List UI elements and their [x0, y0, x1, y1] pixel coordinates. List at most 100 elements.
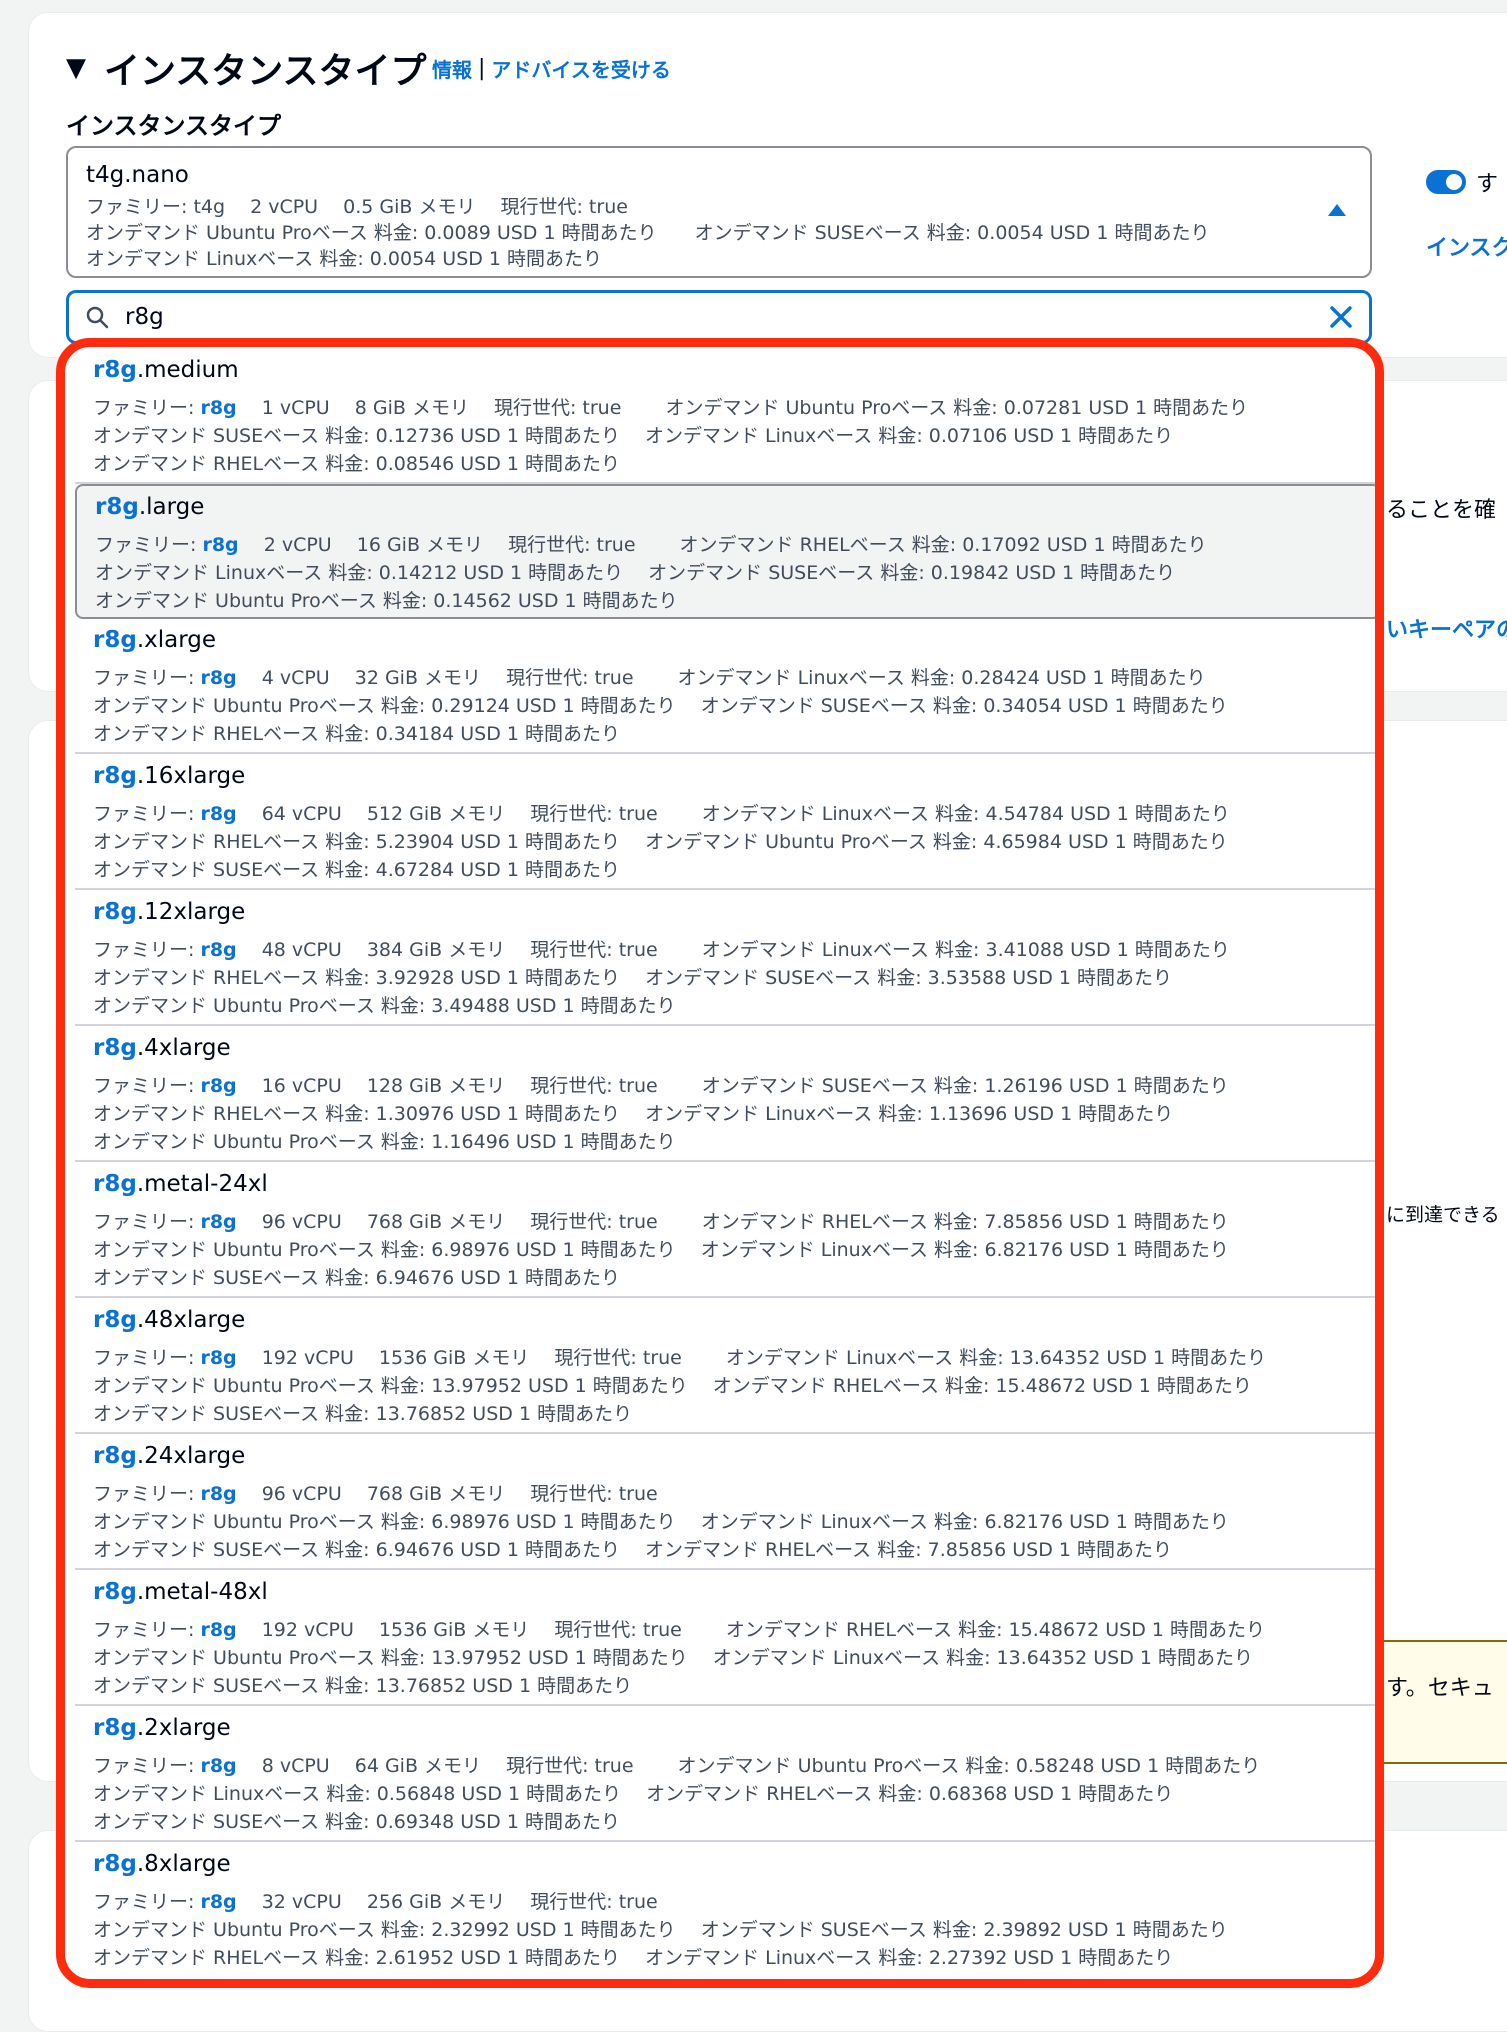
- option-price-2: オンデマンド SUSEベース 料金: 4.67284 USD 1 時間あたり: [93, 859, 620, 881]
- family-label: ファミリー:: [93, 1483, 201, 1505]
- option-name: r8g.metal-48xl: [93, 1579, 268, 1605]
- family-label: ファミリー:: [93, 1211, 201, 1233]
- option-name-suffix: .metal-24xl: [136, 1171, 268, 1197]
- option-name-suffix: .12xlarge: [136, 899, 246, 925]
- option-specs-rest: 192 vCPU 1536 GiB メモリ 現行世代: true オンデマンド …: [236, 1347, 1267, 1369]
- option-name-prefix: r8g: [93, 1307, 137, 1333]
- side-link[interactable]: インスク: [1426, 230, 1507, 262]
- option-r8g-4xlarge[interactable]: r8g.4xlarge ファミリー: r8g 16 vCPU 128 GiB メ…: [75, 1027, 1375, 1162]
- option-price-2: オンデマンド Ubuntu Proベース 料金: 0.14562 USD 1 時…: [95, 590, 678, 612]
- option-specs: ファミリー: r8g 192 vCPU 1536 GiB メモリ 現行世代: t…: [93, 1615, 1265, 1642]
- clear-icon[interactable]: [1327, 303, 1355, 331]
- option-price-2: オンデマンド Ubuntu Proベース 料金: 3.49488 USD 1 時…: [93, 995, 676, 1017]
- option-specs-rest: 64 vCPU 512 GiB メモリ 現行世代: true オンデマンド Li…: [236, 803, 1230, 825]
- option-price-1: オンデマンド Ubuntu Proベース 料金: 13.97952 USD 1 …: [93, 1647, 1254, 1669]
- option-price-1: オンデマンド Ubuntu Proベース 料金: 6.98976 USD 1 時…: [93, 1239, 1229, 1261]
- option-r8g-large[interactable]: r8g.large ファミリー: r8g 2 vCPU 16 GiB メモリ 現…: [75, 484, 1375, 619]
- option-specs-rest: 8 vCPU 64 GiB メモリ 現行世代: true オンデマンド Ubun…: [236, 1755, 1261, 1777]
- selected-instance-price-1: オンデマンド Ubuntu Proベース 料金: 0.0089 USD 1 時間…: [86, 222, 1210, 244]
- option-specs: ファミリー: r8g 16 vCPU 128 GiB メモリ 現行世代: tru…: [93, 1071, 1229, 1098]
- option-name: r8g.medium: [93, 357, 239, 383]
- section-header[interactable]: ▼ インスタンスタイプ: [66, 42, 427, 94]
- option-price-2: オンデマンド RHELベース 料金: 2.61952 USD 1 時間あたり オ…: [93, 1947, 1174, 1969]
- option-name: r8g.2xlarge: [93, 1715, 231, 1741]
- option-name-prefix: r8g: [93, 1035, 137, 1061]
- family-label: ファミリー:: [93, 1891, 201, 1913]
- option-name-suffix: .16xlarge: [136, 763, 246, 789]
- option-price-2: オンデマンド SUSEベース 料金: 13.76852 USD 1 時間あたり: [93, 1403, 633, 1425]
- option-name-prefix: r8g: [93, 1579, 137, 1605]
- link-separator: |: [478, 56, 486, 81]
- toggle-switch[interactable]: [1426, 170, 1466, 194]
- option-price-1: オンデマンド RHELベース 料金: 1.30976 USD 1 時間あたり オ…: [93, 1103, 1174, 1125]
- family-label: ファミリー:: [93, 1347, 201, 1369]
- option-r8g-16xlarge[interactable]: r8g.16xlarge ファミリー: r8g 64 vCPU 512 GiB …: [75, 755, 1375, 890]
- option-name: r8g.metal-24xl: [93, 1171, 268, 1197]
- option-price-2: オンデマンド RHELベース 料金: 0.34184 USD 1 時間あたり: [93, 723, 621, 745]
- option-r8g-48xlarge[interactable]: r8g.48xlarge ファミリー: r8g 192 vCPU 1536 Gi…: [75, 1299, 1375, 1434]
- option-name-suffix: .8xlarge: [136, 1851, 231, 1877]
- option-name: r8g.16xlarge: [93, 763, 245, 789]
- option-r8g-2xlarge[interactable]: r8g.2xlarge ファミリー: r8g 8 vCPU 64 GiB メモリ…: [75, 1707, 1375, 1842]
- instance-type-select[interactable]: t4g.nano ファミリー: t4g 2 vCPU 0.5 GiB メモリ 現…: [66, 146, 1372, 278]
- family-value: r8g: [200, 1483, 237, 1505]
- option-specs: ファミリー: r8g 192 vCPU 1536 GiB メモリ 現行世代: t…: [93, 1343, 1266, 1370]
- option-specs: ファミリー: r8g 96 vCPU 768 GiB メモリ 現行世代: tru…: [93, 1479, 658, 1506]
- family-label: ファミリー:: [93, 803, 201, 825]
- option-specs-rest: 48 vCPU 384 GiB メモリ 現行世代: true オンデマンド Li…: [236, 939, 1230, 961]
- key-pair-link[interactable]: いキーペアの: [1386, 612, 1507, 644]
- option-price-1: オンデマンド Ubuntu Proベース 料金: 6.98976 USD 1 時…: [93, 1511, 1229, 1533]
- family-value: r8g: [200, 397, 237, 419]
- option-specs-rest: 192 vCPU 1536 GiB メモリ 現行世代: true オンデマンド …: [236, 1619, 1266, 1641]
- family-label: ファミリー:: [93, 1075, 201, 1097]
- option-r8g-12xlarge[interactable]: r8g.12xlarge ファミリー: r8g 48 vCPU 384 GiB …: [75, 891, 1375, 1026]
- option-specs: ファミリー: r8g 32 vCPU 256 GiB メモリ 現行世代: tru…: [93, 1887, 658, 1914]
- option-r8g-medium[interactable]: r8g.medium ファミリー: r8g 1 vCPU 8 GiB メモリ 現…: [75, 349, 1375, 484]
- option-r8g-metal-48xl[interactable]: r8g.metal-48xl ファミリー: r8g 192 vCPU 1536 …: [75, 1571, 1375, 1706]
- option-name-suffix: .xlarge: [136, 627, 217, 653]
- search-input[interactable]: [125, 299, 1295, 335]
- option-specs-rest: 1 vCPU 8 GiB メモリ 現行世代: true オンデマンド Ubunt…: [236, 397, 1249, 419]
- option-name-suffix: .2xlarge: [136, 1715, 231, 1741]
- option-r8g-metal-24xl[interactable]: r8g.metal-24xl ファミリー: r8g 96 vCPU 768 Gi…: [75, 1163, 1375, 1298]
- caret-up-icon[interactable]: [1328, 204, 1346, 216]
- option-price-2: オンデマンド RHELベース 料金: 0.08546 USD 1 時間あたり: [93, 453, 621, 475]
- option-price-2: オンデマンド SUSEベース 料金: 6.94676 USD 1 時間あたり: [93, 1267, 620, 1289]
- option-name-prefix: r8g: [93, 627, 137, 653]
- option-name: r8g.8xlarge: [93, 1851, 231, 1877]
- option-name-suffix: .large: [138, 494, 205, 520]
- family-value: r8g: [200, 1211, 237, 1233]
- option-price-2: オンデマンド SUSEベース 料金: 13.76852 USD 1 時間あたり: [93, 1675, 633, 1697]
- advice-link[interactable]: アドバイスを受ける: [491, 54, 670, 83]
- option-price-2: オンデマンド SUSEベース 料金: 0.69348 USD 1 時間あたり: [93, 1811, 620, 1833]
- family-value: r8g: [200, 939, 237, 961]
- option-r8g-8xlarge[interactable]: r8g.8xlarge ファミリー: r8g 32 vCPU 256 GiB メ…: [75, 1843, 1375, 1978]
- option-specs-rest: 2 vCPU 16 GiB メモリ 現行世代: true オンデマンド RHEL…: [238, 534, 1207, 556]
- option-name-prefix: r8g: [93, 1171, 137, 1197]
- option-name-suffix: .medium: [136, 357, 239, 383]
- info-link[interactable]: 情報: [432, 54, 472, 83]
- option-price-2: オンデマンド Ubuntu Proベース 料金: 1.16496 USD 1 時…: [93, 1131, 676, 1153]
- option-specs-rest: 96 vCPU 768 GiB メモリ 現行世代: true: [236, 1483, 658, 1505]
- toggle-label: す: [1476, 172, 1499, 197]
- selected-instance-name: t4g.nano: [86, 162, 189, 188]
- option-price-1: オンデマンド Ubuntu Proベース 料金: 0.29124 USD 1 時…: [93, 695, 1228, 717]
- option-name: r8g.48xlarge: [93, 1307, 245, 1333]
- caret-down-icon[interactable]: ▼: [66, 53, 86, 83]
- family-value: r8g: [202, 534, 239, 556]
- option-price-1: オンデマンド Ubuntu Proベース 料金: 13.97952 USD 1 …: [93, 1375, 1252, 1397]
- option-r8g-xlarge[interactable]: r8g.xlarge ファミリー: r8g 4 vCPU 32 GiB メモリ …: [75, 619, 1375, 754]
- selected-instance-price-2: オンデマンド Linuxベース 料金: 0.0054 USD 1 時間あたり: [86, 248, 603, 270]
- search-field[interactable]: [66, 290, 1372, 344]
- option-name: r8g.24xlarge: [93, 1443, 245, 1469]
- option-specs-rest: 32 vCPU 256 GiB メモリ 現行世代: true: [236, 1891, 658, 1913]
- option-name-suffix: .24xlarge: [136, 1443, 246, 1469]
- option-r8g-24xlarge[interactable]: r8g.24xlarge ファミリー: r8g 96 vCPU 768 GiB …: [75, 1435, 1375, 1570]
- option-specs: ファミリー: r8g 96 vCPU 768 GiB メモリ 現行世代: tru…: [93, 1207, 1229, 1234]
- instance-type-dropdown: r8g.medium ファミリー: r8g 1 vCPU 8 GiB メモリ 現…: [56, 338, 1384, 1988]
- search-icon: [86, 306, 109, 329]
- option-specs-rest: 96 vCPU 768 GiB メモリ 現行世代: true オンデマンド RH…: [236, 1211, 1229, 1233]
- confirm-text: ることを確: [1386, 498, 1497, 523]
- section-title: インスタンスタイプ: [104, 51, 427, 92]
- option-name: r8g.large: [95, 494, 204, 520]
